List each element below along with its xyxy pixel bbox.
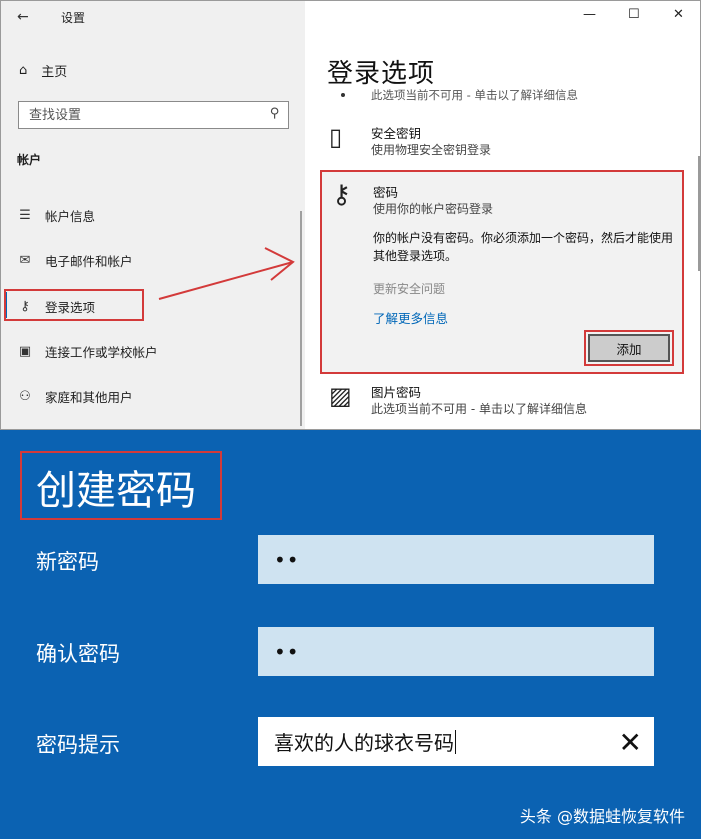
settings-window: ← 设置 ⌂ 主页 ⚲ 帐户 ☰ 帐户信息 ✉ 电子邮件和帐户 ⚷ 登录选项 ▣… (0, 0, 701, 430)
clipped-option-subtitle: 此选项当前不可用 - 单击以了解详细信息 (371, 88, 578, 102)
picture-icon: ▨ (329, 382, 352, 410)
sign-in-options-pane: — ☐ ✕ 登录选项 此选项当前不可用 - 单击以了解详细信息 ▯ 安全密钥 使… (305, 1, 700, 429)
watermark: 头条 @数据蛙恢复软件 (519, 807, 685, 826)
new-password-label: 新密码 (36, 550, 99, 574)
sidebar-item-email-accounts[interactable]: ✉ 电子邮件和帐户 (17, 251, 133, 270)
option-subtitle: 使用物理安全密钥登录 (371, 143, 492, 157)
mail-icon: ✉ (19, 253, 31, 268)
minimize-button[interactable]: — (583, 7, 596, 22)
back-arrow-icon[interactable]: ← (17, 9, 29, 25)
sidebar-item-label: 电子邮件和帐户 (45, 254, 133, 269)
key-icon: ⚷ (332, 180, 352, 210)
new-password-value: •• (274, 547, 300, 572)
confirm-password-label: 确认密码 (36, 642, 120, 666)
nav-scrollbar[interactable] (300, 211, 302, 426)
password-hint-field[interactable]: 喜欢的人的球衣号码 ✕ (258, 717, 654, 766)
search-icon[interactable]: ⚲ (270, 106, 280, 121)
window-title: 设置 (61, 11, 86, 25)
sidebar-item-label: 家庭和其他用户 (45, 390, 133, 405)
section-heading-accounts: 帐户 (17, 153, 42, 167)
person-add-icon: ⚇ (19, 389, 31, 404)
option-subtitle: 此选项当前不可用 - 单击以了解详细信息 (371, 402, 587, 416)
sidebar-item-label: 连接工作或学校帐户 (45, 345, 158, 360)
new-password-field[interactable]: •• (258, 535, 654, 584)
sidebar-item-family-users[interactable]: ⚇ 家庭和其他用户 (17, 387, 133, 406)
update-security-question-link: 更新安全问题 (373, 282, 446, 296)
settings-search-box[interactable]: ⚲ (18, 101, 289, 129)
sidebar-item-account-info[interactable]: ☰ 帐户信息 (17, 206, 95, 225)
close-button[interactable]: ✕ (673, 7, 684, 22)
clear-icon[interactable]: ✕ (619, 726, 642, 759)
home-label: 主页 (41, 65, 68, 80)
briefcase-icon: ▣ (18, 344, 32, 359)
home-icon: ⌂ (19, 63, 28, 78)
page-title: 登录选项 (327, 59, 436, 89)
text-caret (455, 729, 456, 754)
account-info-icon: ☰ (19, 208, 31, 223)
highlight-box-sign-in-options (4, 289, 144, 321)
dialog-title: 创建密码 (36, 468, 196, 514)
password-hint-label: 密码提示 (36, 733, 120, 757)
settings-nav-pane: ← 设置 ⌂ 主页 ⚲ 帐户 ☰ 帐户信息 ✉ 电子邮件和帐户 ⚷ 登录选项 ▣… (1, 1, 305, 429)
add-password-button[interactable]: 添加 (588, 334, 670, 362)
option-title: 图片密码 (371, 385, 422, 400)
option-title: 密码 (373, 185, 399, 200)
clipped-option-icon (341, 93, 345, 97)
home-nav-item[interactable]: ⌂ 主页 (19, 61, 67, 80)
sidebar-item-work-school[interactable]: ▣ 连接工作或学校帐户 (17, 342, 158, 361)
confirm-password-field[interactable]: •• (258, 627, 654, 676)
confirm-password-value: •• (274, 639, 300, 664)
create-password-dialog: 创建密码 新密码 •• 确认密码 •• 密码提示 喜欢的人的球衣号码 ✕ 头条 … (0, 430, 701, 839)
option-title: 安全密钥 (371, 126, 422, 141)
sidebar-item-label: 帐户信息 (45, 209, 96, 224)
option-password-expanded[interactable]: ⚷ 密码 使用你的帐户密码登录 你的帐户没有密码。你必须添加一个密码，然后才能使… (320, 170, 684, 374)
maximize-button[interactable]: ☐ (628, 7, 640, 22)
password-hint-value: 喜欢的人的球衣号码 (274, 731, 454, 755)
usb-key-icon: ▯ (329, 123, 343, 151)
learn-more-link[interactable]: 了解更多信息 (373, 308, 448, 327)
highlight-box-add-button: 添加 (584, 330, 674, 366)
settings-search-input[interactable] (19, 102, 249, 128)
no-password-message: 你的帐户没有密码。你必须添加一个密码，然后才能使用其他登录选项。 (373, 231, 674, 263)
option-subtitle: 使用你的帐户密码登录 (373, 202, 494, 216)
